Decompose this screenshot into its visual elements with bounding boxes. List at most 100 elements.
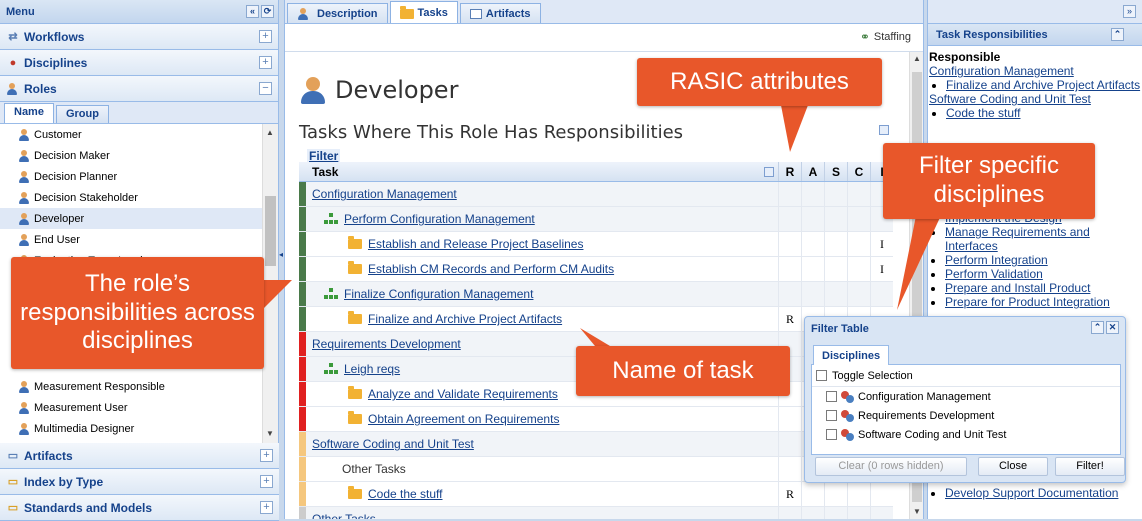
rasic-header[interactable]: C xyxy=(847,162,870,181)
task-cell[interactable]: Perform Configuration Management xyxy=(306,212,778,226)
task-link[interactable]: Analyze and Validate Requirements xyxy=(368,387,558,401)
task-cell[interactable]: Finalize and Archive Project Artifacts xyxy=(306,311,778,326)
rasic-header[interactable]: A xyxy=(801,162,824,181)
task-cell[interactable]: Other Tasks xyxy=(306,462,778,476)
task-cell[interactable]: Configuration Management xyxy=(306,187,778,201)
task-link[interactable]: Finalize and Archive Project Artifacts xyxy=(368,312,562,326)
accordion-sections_top-2[interactable]: Roles − xyxy=(0,76,278,102)
accordion-sections_bottom-0[interactable]: ▭ Artifacts + xyxy=(0,443,279,469)
accordion-sections_top-1[interactable]: ● Disciplines + xyxy=(0,50,278,76)
scroll-up-icon[interactable]: ▲ xyxy=(913,54,921,63)
dialog-collapse-icon[interactable]: ⌃ xyxy=(1091,321,1104,334)
role-item[interactable]: Multimedia Designer xyxy=(0,418,262,439)
task-link[interactable]: Requirements Development xyxy=(312,337,461,351)
tab-artifacts[interactable]: Artifacts xyxy=(459,3,541,23)
discipline-filter-item[interactable]: Software Coding and Unit Test xyxy=(812,425,1120,444)
tab-description[interactable]: Description xyxy=(287,3,388,23)
tab-tasks[interactable]: Tasks xyxy=(389,1,458,23)
task-header[interactable]: Task xyxy=(306,165,778,179)
role-item[interactable]: Developer xyxy=(0,208,262,229)
staffing-button[interactable]: ⚭ Staffing xyxy=(860,30,911,44)
collapse-left-icon[interactable]: « xyxy=(246,5,259,18)
column-menu-icon[interactable] xyxy=(764,166,774,177)
toggle-selection[interactable]: Toggle Selection xyxy=(812,365,1120,387)
tab-name[interactable]: Name xyxy=(4,103,54,123)
task-link[interactable]: Prepare and Install Product xyxy=(945,281,1090,295)
task-link[interactable]: Configuration Management xyxy=(312,187,457,201)
table-row[interactable]: Perform Configuration Management xyxy=(299,207,893,232)
toggle-selection-checkbox[interactable] xyxy=(816,370,827,381)
scroll-down-icon[interactable]: ▼ xyxy=(266,429,274,438)
task-link[interactable]: Establish CM Records and Perform CM Audi… xyxy=(368,262,614,276)
task-cell[interactable]: Establish and Release Project Baselines xyxy=(306,236,778,251)
task-link[interactable]: Code the stuff xyxy=(946,106,1021,120)
discipline-link[interactable]: Software Coding and Unit Test xyxy=(929,92,1142,106)
refresh-icon[interactable]: ⟳ xyxy=(261,5,274,18)
role-list-scrollbar[interactable]: ▲ ▼ xyxy=(262,124,278,443)
task-link[interactable]: Obtain Agreement on Requirements xyxy=(368,412,559,426)
table-row[interactable]: Configuration Management xyxy=(299,182,893,207)
accordion-sections_bottom-1[interactable]: ▭ Index by Type + xyxy=(0,469,279,495)
clear-button[interactable]: Clear (0 rows hidden) xyxy=(815,457,967,476)
task-link[interactable]: Perform Integration xyxy=(945,253,1048,267)
task-link[interactable]: Finalize and Archive Project Artifacts xyxy=(946,78,1140,92)
task-link[interactable]: Software Coding and Unit Test xyxy=(312,437,474,451)
discipline-checkbox[interactable] xyxy=(826,391,837,402)
table-row[interactable]: Code the stuff R xyxy=(299,482,893,507)
task-cell[interactable]: Other Tasks xyxy=(306,512,778,519)
role-item[interactable]: Measurement User xyxy=(0,397,262,418)
table-row[interactable]: Other Tasks xyxy=(299,507,893,519)
task-link[interactable]: Prepare for Product Integration xyxy=(945,295,1110,309)
dialog-close-icon[interactable]: ✕ xyxy=(1106,321,1119,334)
table-row[interactable]: Establish CM Records and Perform CM Audi… xyxy=(299,257,893,282)
toggle-icon[interactable]: + xyxy=(259,56,272,69)
filter-button[interactable]: Filter! xyxy=(1055,457,1125,476)
rasic-header[interactable]: R xyxy=(778,162,801,181)
task-link[interactable]: Establish and Release Project Baselines xyxy=(368,237,583,251)
task-cell[interactable]: Finalize Configuration Management xyxy=(306,287,778,301)
scroll-down-icon[interactable]: ▼ xyxy=(913,507,921,516)
scroll-up-icon[interactable]: ▲ xyxy=(266,128,274,137)
tab-disciplines[interactable]: Disciplines xyxy=(813,345,890,365)
discipline-filter-item[interactable]: Requirements Development xyxy=(812,406,1120,425)
task-link[interactable]: Finalize Configuration Management xyxy=(344,287,533,301)
table-row[interactable]: Establish and Release Project Baselines I xyxy=(299,232,893,257)
discipline-link[interactable]: Configuration Management xyxy=(929,64,1142,78)
accordion-sections_top-0[interactable]: ⇄ Workflows + xyxy=(0,24,278,50)
task-cell[interactable]: Code the stuff xyxy=(306,486,778,501)
filter-link[interactable]: Filter xyxy=(307,149,341,163)
role-item[interactable]: Decision Planner xyxy=(0,166,262,187)
task-cell[interactable]: Obtain Agreement on Requirements xyxy=(306,411,778,426)
toggle-icon[interactable]: + xyxy=(259,30,272,43)
task-link[interactable]: Code the stuff xyxy=(368,487,443,501)
collapse-up-icon[interactable]: ⌃ xyxy=(1111,28,1124,41)
role-item[interactable]: Customer xyxy=(0,124,262,145)
role-item[interactable]: Measurement Responsible xyxy=(0,376,262,397)
task-link[interactable]: Leigh reqs xyxy=(344,362,400,376)
task-link[interactable]: Perform Configuration Management xyxy=(344,212,535,226)
toggle-icon[interactable]: − xyxy=(259,82,272,95)
table-row[interactable]: Finalize Configuration Management xyxy=(299,282,893,307)
role-item[interactable]: Decision Maker xyxy=(0,145,262,166)
tab-group[interactable]: Group xyxy=(55,105,109,123)
task-cell[interactable]: Software Coding and Unit Test xyxy=(306,437,778,451)
task-link[interactable]: Other Tasks xyxy=(312,512,376,519)
role-item[interactable]: End User xyxy=(0,229,262,250)
close-button[interactable]: Close xyxy=(978,457,1048,476)
discipline-checkbox[interactable] xyxy=(826,410,837,421)
accordion-sections_bottom-2[interactable]: ▭ Standards and Models + xyxy=(0,495,279,521)
rasic-header[interactable]: S xyxy=(824,162,847,181)
expand-right-icon[interactable]: » xyxy=(1123,5,1136,18)
role-item[interactable]: Decision Stakeholder xyxy=(0,187,262,208)
task-link[interactable]: Perform Validation xyxy=(945,267,1043,281)
toggle-icon[interactable]: + xyxy=(260,501,273,514)
task-link[interactable]: Manage Requirements and Interfaces xyxy=(945,225,1090,253)
toggle-icon[interactable]: + xyxy=(260,475,273,488)
task-cell[interactable]: Establish CM Records and Perform CM Audi… xyxy=(306,261,778,276)
scroll-thumb[interactable] xyxy=(265,196,276,266)
discipline-checkbox[interactable] xyxy=(826,429,837,440)
toggle-icon[interactable]: + xyxy=(260,449,273,462)
task-link[interactable]: Develop Support Documentation xyxy=(945,486,1118,500)
discipline-filter-item[interactable]: Configuration Management xyxy=(812,387,1120,406)
section-collapse-icon[interactable] xyxy=(879,125,889,135)
